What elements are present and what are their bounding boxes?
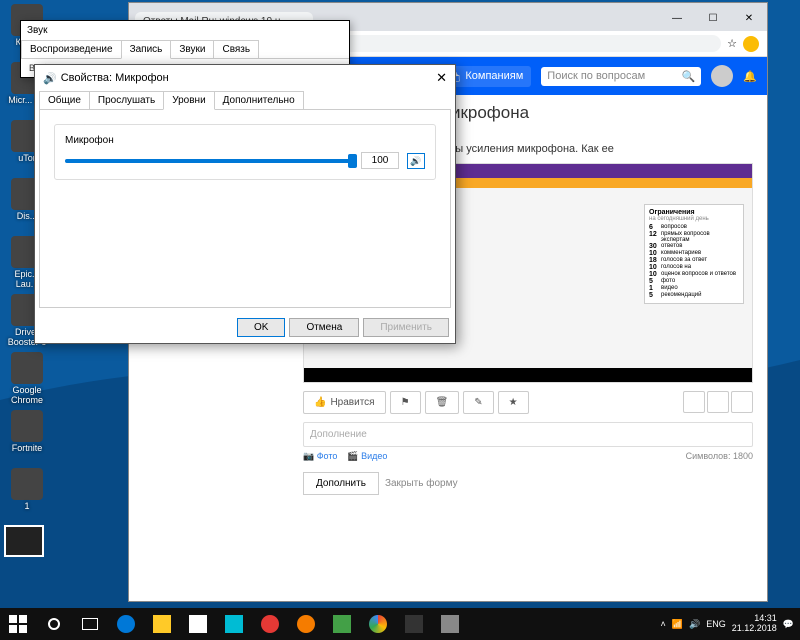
clock[interactable]: 14:3121.12.2018	[732, 614, 777, 634]
control-panel-icon[interactable]	[432, 608, 468, 640]
mic-properties-window: 🔊 Свойства: Микрофон ✕ ОбщиеПрослушатьУр…	[34, 64, 456, 344]
sound-tab[interactable]: Связь	[213, 40, 259, 58]
sound-tab[interactable]: Запись	[121, 40, 172, 59]
cancel-button[interactable]: Отмена	[289, 318, 359, 337]
desktop-icon[interactable]: 1	[2, 468, 52, 512]
edge-icon[interactable]	[108, 608, 144, 640]
micprop-tab[interactable]: Общие	[39, 91, 90, 110]
attach-photo[interactable]: 📷 Фото	[303, 451, 337, 462]
volume-icon[interactable]: 🔊	[689, 619, 700, 630]
window-title: Звук	[27, 25, 48, 36]
micprop-tab[interactable]: Дополнительно	[214, 91, 304, 110]
mic-level-slider[interactable]	[65, 159, 353, 163]
network-icon[interactable]: 📶	[672, 619, 683, 630]
search-icon[interactable]	[36, 608, 72, 640]
maximize-icon[interactable]: ☐	[695, 7, 731, 31]
char-count: Символов: 1800	[686, 451, 753, 462]
start-button[interactable]	[0, 608, 36, 640]
language-indicator[interactable]: ENG	[706, 619, 726, 629]
mic-level-value[interactable]: 100	[361, 152, 399, 169]
epic-icon[interactable]	[396, 608, 432, 640]
delete-button[interactable]: 🗑	[425, 391, 460, 414]
chrome-taskbar-icon[interactable]	[360, 608, 396, 640]
task-view-icon[interactable]	[72, 608, 108, 640]
app1-icon[interactable]	[216, 608, 252, 640]
store-icon[interactable]	[180, 608, 216, 640]
limits-panel: Ограничения на сегодняшний день 6вопросо…	[644, 204, 744, 304]
close-icon[interactable]: ✕	[731, 7, 767, 31]
desktop-icon[interactable]: Fortnite	[2, 410, 52, 454]
taskbar: ˄ 📶 🔊 ENG 14:3121.12.2018 💬	[0, 608, 800, 640]
avatar[interactable]	[711, 65, 733, 87]
bell-icon[interactable]: 🔔	[743, 70, 757, 83]
notifications-icon[interactable]: 💬	[783, 619, 794, 630]
social-fb[interactable]	[731, 391, 753, 413]
extension-icon[interactable]	[743, 36, 759, 52]
edit-button[interactable]: ✎	[463, 391, 493, 414]
attach-video[interactable]: 🎬 Видео	[347, 451, 387, 462]
mute-toggle-icon[interactable]: 🔊	[407, 153, 425, 169]
app3-icon[interactable]	[288, 608, 324, 640]
sound-tab[interactable]: Звуки	[170, 40, 214, 58]
ok-button[interactable]: OK	[237, 318, 285, 337]
explorer-icon[interactable]	[144, 608, 180, 640]
speaker-icon: 🔊	[43, 72, 57, 85]
apply-button[interactable]: Применить	[363, 318, 449, 337]
minimize-icon[interactable]: —	[659, 7, 695, 31]
social-ok[interactable]	[683, 391, 705, 413]
thumbnail[interactable]	[4, 525, 44, 557]
app4-icon[interactable]	[324, 608, 360, 640]
star-button[interactable]: ★	[498, 391, 529, 414]
tray-chevron-icon[interactable]: ˄	[661, 619, 666, 629]
like-button[interactable]: 👍 Нравится	[303, 391, 386, 414]
app2-icon[interactable]	[252, 608, 288, 640]
social-vk[interactable]	[707, 391, 729, 413]
desktop-icon[interactable]: Google Chrome	[2, 352, 52, 406]
search-input[interactable]: Поиск по вопросам🔍	[541, 67, 701, 86]
sound-tab[interactable]: Воспроизведение	[21, 40, 122, 58]
star-icon[interactable]: ☆	[727, 37, 737, 50]
mic-label: Микрофон	[65, 135, 425, 146]
close-form-link[interactable]: Закрыть форму	[385, 478, 458, 489]
flag-button[interactable]: ⚑	[390, 391, 421, 414]
close-icon[interactable]: ✕	[436, 70, 447, 86]
comment-input[interactable]: Дополнение	[303, 422, 753, 447]
submit-button[interactable]: Дополнить	[303, 472, 379, 495]
micprop-tab[interactable]: Прослушать	[89, 91, 164, 110]
micprop-tab[interactable]: Уровни	[163, 91, 214, 110]
window-title: Свойства: Микрофон	[61, 72, 169, 84]
